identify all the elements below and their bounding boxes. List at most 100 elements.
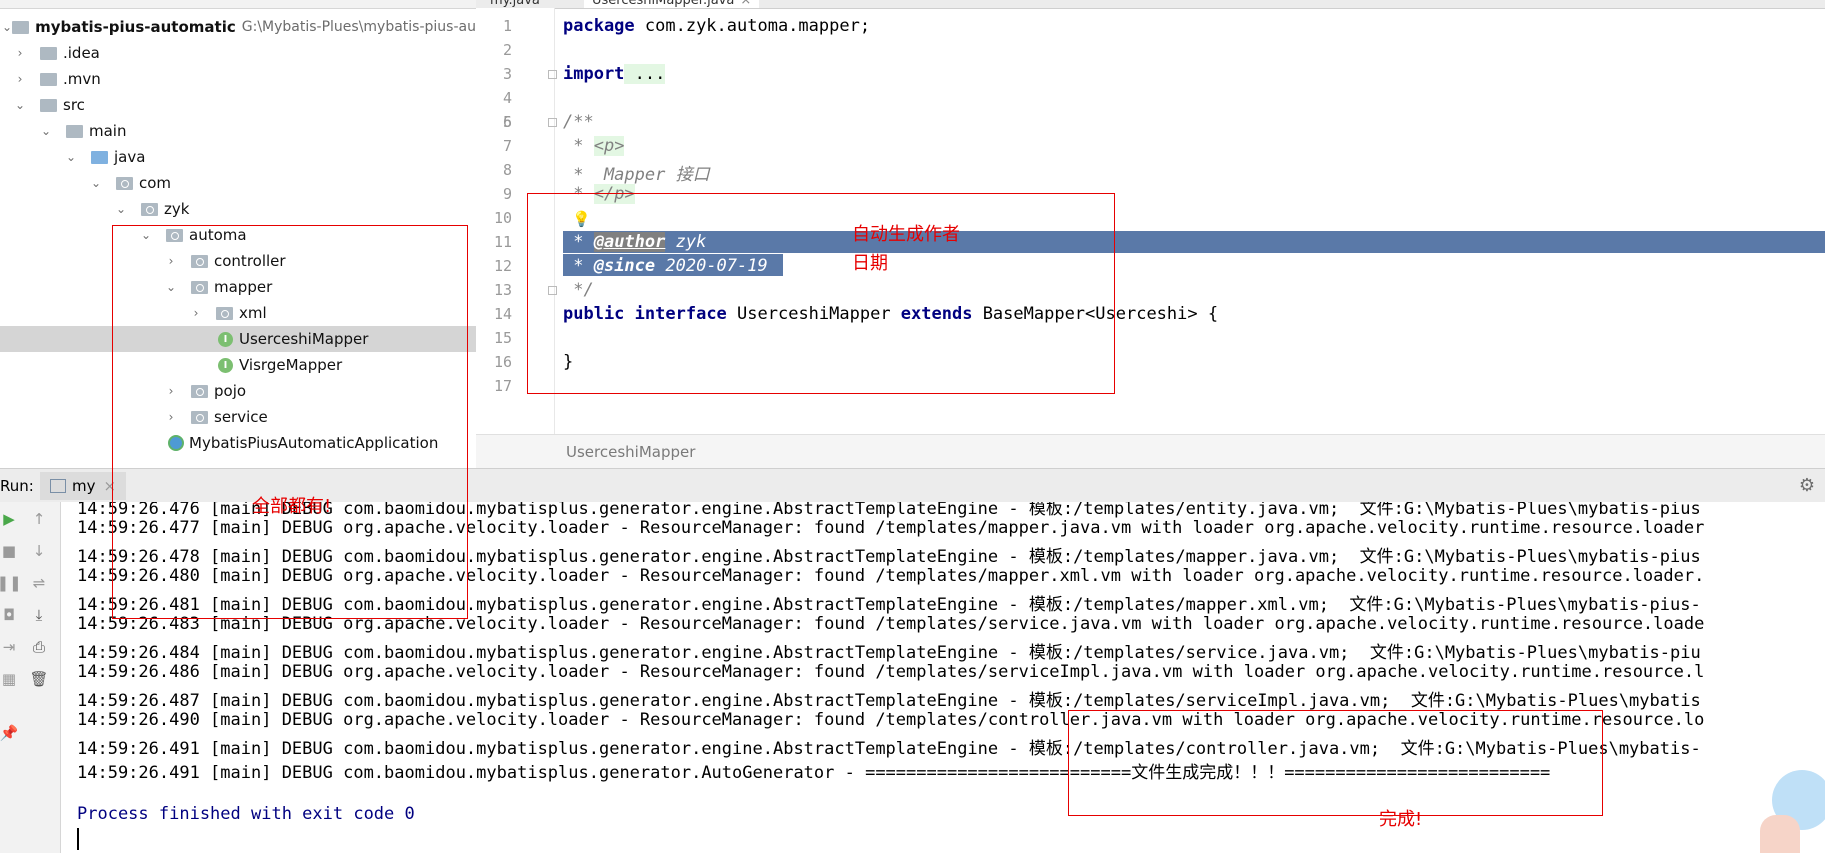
annotation-text: 自动生成作者 bbox=[852, 224, 960, 245]
chevron-down-icon[interactable]: ⌄ bbox=[113, 201, 129, 217]
rerun-icon[interactable]: ▶ bbox=[0, 510, 18, 528]
annotation-box-done bbox=[1068, 710, 1603, 816]
folder-icon bbox=[40, 46, 57, 60]
chevron-down-icon[interactable]: ⌄ bbox=[2, 19, 12, 35]
annotation-box-code bbox=[527, 193, 1115, 394]
run-label: Run: bbox=[0, 477, 34, 495]
text-cursor bbox=[77, 828, 79, 850]
camera-icon[interactable]: ◘ bbox=[0, 606, 18, 624]
fold-toggle[interactable] bbox=[548, 118, 557, 127]
line-number: 2 bbox=[502, 41, 512, 59]
editor-tab-bar: my.java UserceshiMapper.java × bbox=[476, 0, 1825, 9]
annotation-text: 完成! bbox=[1379, 809, 1423, 830]
module-folder-icon bbox=[12, 20, 30, 34]
chevron-down-icon[interactable]: ⌄ bbox=[38, 123, 54, 139]
chevron-down-icon[interactable]: ⌄ bbox=[88, 175, 104, 191]
chevron-down-icon[interactable]: ⌄ bbox=[12, 97, 28, 113]
log-line: 14:59:26.487 [main] DEBUG com.baomidou.m… bbox=[77, 691, 1701, 711]
soft-wrap-icon[interactable]: ⇌ bbox=[30, 574, 48, 592]
line-number: 7 bbox=[502, 137, 512, 155]
fold-toggle[interactable] bbox=[548, 70, 557, 79]
line-number: 10 bbox=[493, 209, 512, 227]
tree-item-java[interactable]: ⌄ java bbox=[0, 144, 476, 170]
login-icon[interactable]: ⇥ bbox=[0, 638, 18, 656]
tree-item-label: java bbox=[114, 148, 146, 166]
tree-item-com[interactable]: ⌄ com bbox=[0, 170, 476, 196]
tree-item-label: src bbox=[63, 96, 85, 114]
tree-item-main[interactable]: ⌄ main bbox=[0, 118, 476, 144]
folder-icon bbox=[40, 72, 57, 86]
gear-icon[interactable]: ⚙ bbox=[1799, 475, 1815, 496]
chevron-down-icon[interactable]: ⌄ bbox=[63, 149, 79, 165]
code-line-6: /** bbox=[563, 112, 594, 132]
line-number: 11 bbox=[493, 233, 512, 251]
line-number: 12 bbox=[493, 257, 512, 275]
source-folder-icon bbox=[91, 150, 108, 164]
html-tag: <p> bbox=[593, 136, 625, 156]
process-finished-message: Process finished with exit code 0 bbox=[77, 804, 415, 824]
chevron-right-icon[interactable]: › bbox=[12, 45, 28, 61]
line-number: 8 bbox=[502, 161, 512, 179]
tree-item-root[interactable]: ⌄ mybatis-pius-automatic G:\Mybatis-Plue… bbox=[0, 14, 476, 40]
package-icon bbox=[141, 202, 158, 216]
run-config-icon bbox=[50, 479, 66, 493]
pin-icon[interactable]: 📌 bbox=[0, 724, 18, 742]
tab-userceshimapper[interactable]: UserceshiMapper.java × bbox=[584, 0, 760, 8]
breadcrumb[interactable]: UserceshiMapper bbox=[566, 443, 695, 461]
line-number: 6 bbox=[502, 113, 512, 131]
project-panel-header bbox=[0, 0, 476, 9]
tab-label: my.java bbox=[490, 0, 540, 8]
tree-item-path: G:\Mybatis-Plues\mybatis-pius-aut bbox=[241, 19, 476, 35]
folder-icon bbox=[40, 98, 57, 112]
tree-item-label: zyk bbox=[164, 200, 190, 218]
tree-item-label: .idea bbox=[63, 44, 100, 62]
arrow-down-icon[interactable]: ↓ bbox=[30, 542, 48, 560]
stop-icon[interactable]: ■ bbox=[0, 542, 18, 560]
print-icon[interactable]: ⎙ bbox=[30, 638, 48, 656]
line-number: 15 bbox=[493, 329, 512, 347]
line-number: 4 bbox=[502, 89, 512, 107]
tree-item-label: main bbox=[89, 122, 127, 140]
line-number: 3 bbox=[502, 65, 512, 83]
line-number: 17 bbox=[493, 377, 512, 395]
code-line-7: * <p> bbox=[563, 136, 625, 156]
tree-item-idea[interactable]: › .idea bbox=[0, 40, 476, 66]
code-text: com.zyk.automa.mapper; bbox=[634, 16, 871, 36]
tab-label: UserceshiMapper.java bbox=[592, 0, 735, 8]
arrow-up-icon[interactable]: ↑ bbox=[30, 510, 48, 528]
chevron-right-icon[interactable]: › bbox=[12, 71, 28, 87]
folded-imports[interactable]: ... bbox=[624, 64, 666, 84]
line-number: 16 bbox=[493, 353, 512, 371]
log-line: 14:59:26.486 [main] DEBUG org.apache.vel… bbox=[77, 662, 1705, 682]
run-toolbar: ▶ ↑ ■ ↓ ❚❚ ⇌ ◘ ⤓ ⇥ ⎙ ▦ 🗑 📌 bbox=[0, 502, 61, 853]
code-line-8: * Mapper 接口 bbox=[563, 165, 710, 185]
scroll-to-end-icon[interactable]: ⤓ bbox=[30, 606, 48, 624]
pause-icon[interactable]: ❚❚ bbox=[0, 574, 22, 592]
keyword: import bbox=[563, 64, 625, 84]
code-line-3: import ... bbox=[563, 64, 666, 84]
line-number: 13 bbox=[493, 281, 512, 299]
code-line-1: package com.zyk.automa.mapper; bbox=[563, 16, 870, 36]
mascot-image bbox=[1750, 760, 1825, 853]
annotation-text: 全部都有! bbox=[252, 496, 332, 517]
trash-icon[interactable]: 🗑 bbox=[29, 670, 48, 688]
tree-item-label: mybatis-pius-automatic bbox=[35, 18, 236, 36]
layout-icon[interactable]: ▦ bbox=[0, 670, 18, 688]
line-number: 1 bbox=[502, 17, 512, 35]
folder-icon bbox=[66, 124, 83, 138]
tree-item-label: com bbox=[139, 174, 172, 192]
log-line: 14:59:26.484 [main] DEBUG com.baomidou.m… bbox=[77, 643, 1701, 663]
editor-breadcrumb-bar: UserceshiMapper bbox=[476, 434, 1825, 469]
tree-item-src[interactable]: ⌄ src bbox=[0, 92, 476, 118]
tab-my-java[interactable]: my.java bbox=[490, 0, 540, 8]
comment: * bbox=[563, 136, 594, 156]
tree-item-zyk[interactable]: ⌄ zyk bbox=[0, 196, 476, 222]
close-icon[interactable]: × bbox=[740, 0, 751, 8]
annotation-text: 日期 bbox=[852, 253, 888, 274]
line-number: 14 bbox=[493, 305, 512, 323]
tree-item-mvn[interactable]: › .mvn bbox=[0, 66, 476, 92]
run-tab-label: my bbox=[72, 477, 96, 495]
tree-item-label: .mvn bbox=[63, 70, 101, 88]
annotation-box-tree bbox=[112, 225, 468, 619]
line-number: 9 bbox=[502, 185, 512, 203]
